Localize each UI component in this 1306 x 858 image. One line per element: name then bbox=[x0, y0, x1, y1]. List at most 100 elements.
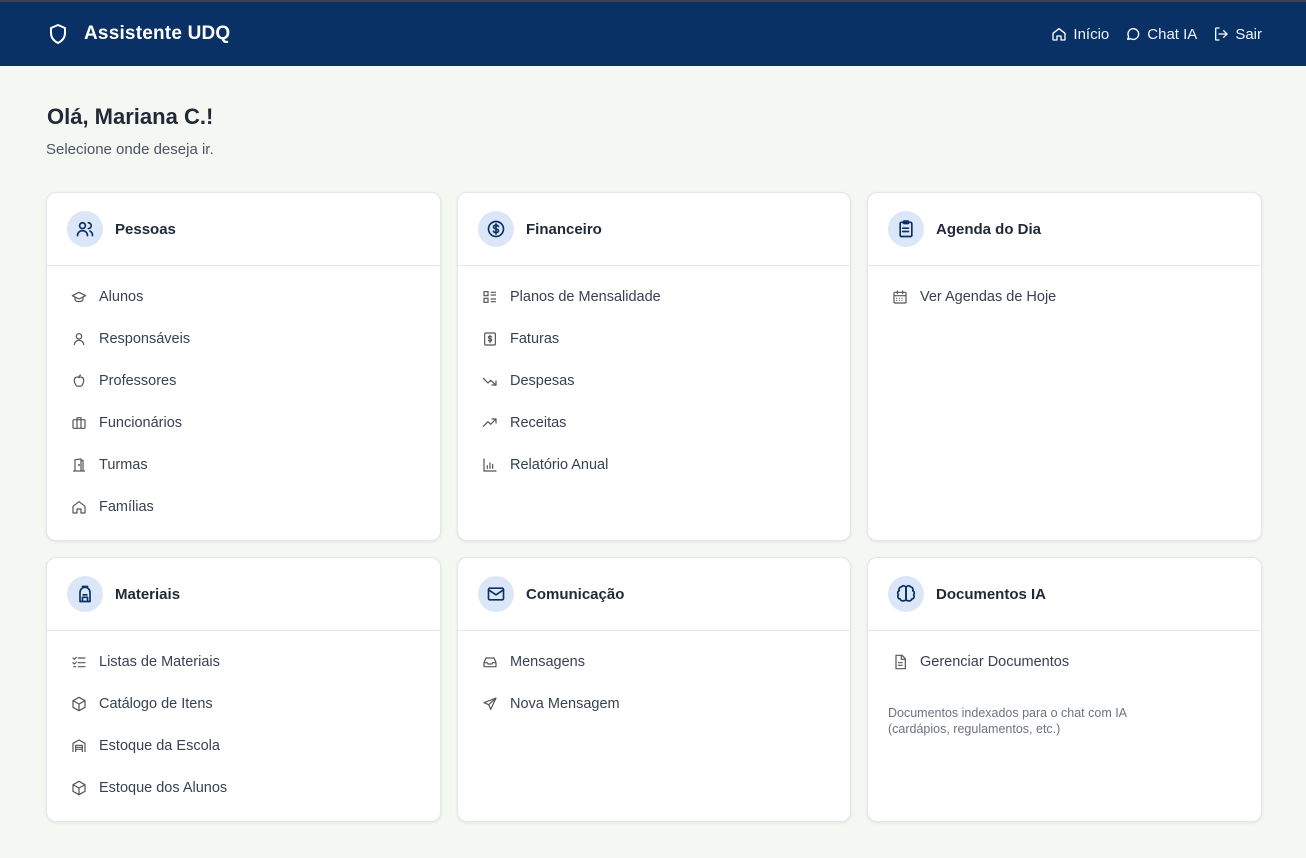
menu-item-label: Ver Agendas de Hoje bbox=[920, 289, 1057, 305]
menu-item-label: Receitas bbox=[510, 415, 567, 431]
nav-sair-label: Sair bbox=[1235, 25, 1262, 43]
logout-icon bbox=[1215, 27, 1228, 41]
menu-item-turmas[interactable]: Turmas bbox=[47, 444, 440, 486]
bar-chart-icon bbox=[483, 458, 497, 472]
card-title: Comunicação bbox=[526, 585, 625, 603]
card-comunicacao: Comunicação Mensagens Nova Mensagem bbox=[457, 557, 851, 822]
menu-item-mensagens[interactable]: Mensagens bbox=[458, 641, 850, 683]
menu-item-label: Listas de Materiais bbox=[99, 654, 220, 670]
clipboard-icon bbox=[899, 220, 913, 238]
door-icon bbox=[73, 458, 85, 472]
menu-item-familias[interactable]: Famílias bbox=[47, 486, 440, 528]
head-icon-bubble bbox=[888, 576, 924, 612]
list-icon bbox=[483, 291, 496, 303]
card-title: Agenda do Dia bbox=[936, 220, 1042, 238]
menu-item-label: Nova Mensagem bbox=[510, 696, 620, 712]
card-pessoas: Pessoas Alunos Responsáveis Professores … bbox=[46, 192, 441, 541]
menu-item-label: Despesas bbox=[510, 373, 575, 389]
menu-item-label: Professores bbox=[99, 373, 177, 389]
trending-up-icon bbox=[482, 418, 497, 427]
mail-icon bbox=[487, 587, 505, 601]
nav-sair[interactable]: Sair bbox=[1213, 26, 1262, 43]
menu-item-label: Alunos bbox=[99, 289, 144, 305]
card-title: Materiais bbox=[115, 585, 181, 603]
graduation-cap-icon bbox=[71, 291, 87, 303]
menu-item-despesas[interactable]: Despesas bbox=[458, 360, 850, 402]
head-icon-bubble bbox=[478, 576, 514, 612]
menu-item-ver-agendas[interactable]: Ver Agendas de Hoje bbox=[868, 276, 1261, 318]
shield-icon bbox=[50, 24, 66, 44]
nav-inicio-label: Início bbox=[1073, 25, 1110, 43]
menu-item-catalogo-itens[interactable]: Catálogo de Itens bbox=[47, 683, 440, 725]
card-items: Planos de Mensalidade Faturas Despesas R… bbox=[458, 266, 850, 486]
card-header: Agenda do Dia bbox=[868, 193, 1261, 266]
warehouse-icon bbox=[72, 739, 86, 752]
card-items: Gerenciar Documentos bbox=[868, 631, 1261, 683]
card-items: Mensagens Nova Mensagem bbox=[458, 631, 850, 725]
card-header: Pessoas bbox=[47, 193, 440, 266]
card-financeiro: Financeiro Planos de Mensalidade Faturas… bbox=[457, 192, 851, 541]
card-items: Alunos Responsáveis Professores Funcioná… bbox=[47, 266, 440, 528]
app-title: Assistente UDQ bbox=[84, 23, 231, 44]
briefcase-icon bbox=[72, 417, 86, 429]
page-greeting: Olá, Mariana C.! bbox=[47, 104, 214, 129]
menu-item-alunos[interactable]: Alunos bbox=[47, 276, 440, 318]
nav-chat-ia[interactable]: Chat IA bbox=[1125, 26, 1197, 43]
menu-item-gerenciar-documentos[interactable]: Gerenciar Documentos bbox=[868, 641, 1261, 683]
card-title: Pessoas bbox=[115, 220, 176, 238]
menu-item-label: Planos de Mensalidade bbox=[510, 289, 661, 305]
file-text-icon bbox=[895, 654, 906, 670]
menu-item-estoque-escola[interactable]: Estoque da Escola bbox=[47, 725, 440, 767]
head-icon-bubble bbox=[478, 211, 514, 247]
card-agenda: Agenda do Dia Ver Agendas de Hoje bbox=[867, 192, 1262, 541]
box-icon bbox=[72, 780, 86, 796]
menu-item-faturas[interactable]: Faturas bbox=[458, 318, 850, 360]
brand[interactable]: Assistente UDQ bbox=[46, 22, 230, 46]
menu-item-nova-mensagem[interactable]: Nova Mensagem bbox=[458, 683, 850, 725]
menu-item-label: Catálogo de Itens bbox=[99, 696, 213, 712]
menu-item-label: Gerenciar Documentos bbox=[920, 654, 1070, 670]
card-header: Materiais bbox=[47, 558, 440, 631]
page-subtitle: Selecione onde deseja ir. bbox=[46, 141, 214, 158]
menu-item-receitas[interactable]: Receitas bbox=[458, 402, 850, 444]
brain-icon bbox=[896, 584, 916, 602]
menu-item-relatorio-anual[interactable]: Relatório Anual bbox=[458, 444, 850, 486]
inbox-icon bbox=[483, 657, 497, 668]
menu-item-label: Faturas bbox=[510, 331, 560, 347]
dollar-circle-icon bbox=[487, 220, 505, 238]
card-header: Financeiro bbox=[458, 193, 850, 266]
chat-bubble-icon bbox=[1127, 28, 1140, 40]
home-icon bbox=[72, 501, 86, 514]
backpack-icon bbox=[79, 585, 91, 603]
head-icon-bubble bbox=[67, 576, 103, 612]
app-header: Assistente UDQ Início Chat IA Sair bbox=[0, 2, 1306, 66]
home-icon bbox=[1052, 28, 1067, 41]
trending-down-icon bbox=[482, 377, 497, 386]
card-items: Ver Agendas de Hoje bbox=[868, 266, 1261, 318]
menu-item-label: Famílias bbox=[99, 499, 154, 515]
menu-item-responsaveis[interactable]: Responsáveis bbox=[47, 318, 440, 360]
menu-item-professores[interactable]: Professores bbox=[47, 360, 440, 402]
menu-item-funcionarios[interactable]: Funcionários bbox=[47, 402, 440, 444]
card-documentos-ia: Documentos IA Gerenciar Documentos Docum… bbox=[867, 557, 1262, 822]
head-icon-bubble bbox=[888, 211, 924, 247]
card-title: Financeiro bbox=[526, 220, 602, 238]
menu-item-listas-materiais[interactable]: Listas de Materiais bbox=[47, 641, 440, 683]
menu-item-label: Mensagens bbox=[510, 654, 585, 670]
menu-item-estoque-alunos[interactable]: Estoque dos Alunos bbox=[47, 767, 440, 809]
send-icon bbox=[483, 697, 497, 710]
calendar-icon bbox=[893, 290, 907, 304]
documentos-note: Documentos indexados para o chat com IA … bbox=[888, 706, 1127, 736]
users-icon bbox=[76, 221, 94, 237]
nav-inicio[interactable]: Início bbox=[1051, 26, 1109, 43]
menu-item-label: Estoque da Escola bbox=[99, 738, 220, 754]
card-header: Comunicação bbox=[458, 558, 850, 631]
receipt-icon bbox=[484, 332, 496, 346]
menu-item-label: Turmas bbox=[99, 457, 148, 473]
checklist-icon bbox=[72, 656, 86, 668]
user-icon bbox=[73, 333, 85, 346]
apple-icon bbox=[73, 374, 85, 387]
card-header: Documentos IA bbox=[868, 558, 1261, 631]
menu-item-planos-mensalidade[interactable]: Planos de Mensalidade bbox=[458, 276, 850, 318]
menu-item-label: Relatório Anual bbox=[510, 457, 609, 473]
